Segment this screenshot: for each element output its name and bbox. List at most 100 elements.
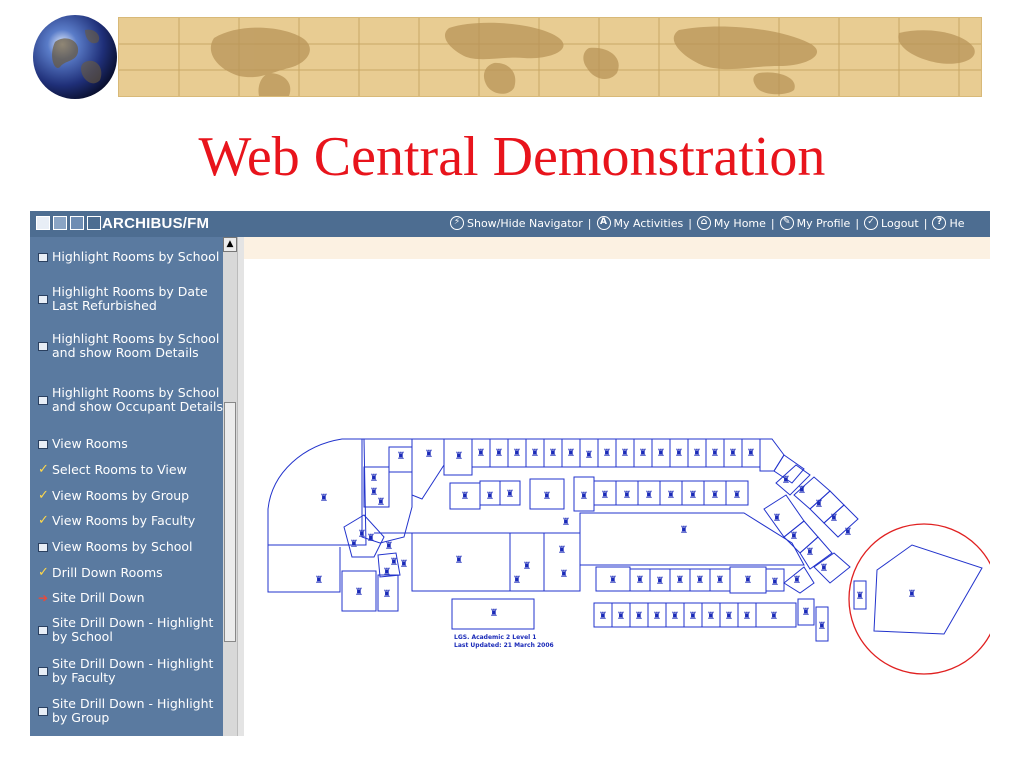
room-marker: ♜ <box>820 563 829 574</box>
nav-separator: | <box>587 216 592 230</box>
world-map-banner <box>118 17 982 97</box>
room-marker: ♜ <box>455 555 464 566</box>
nav-separator: | <box>923 216 928 230</box>
room-marker: ♜ <box>770 611 779 622</box>
sidebar-item-highlight-by-school[interactable]: Highlight Rooms by School <box>38 243 230 271</box>
sidebar-item-label: Select Rooms to View <box>52 462 187 477</box>
logout-link[interactable]: ✓ Logout <box>864 216 919 230</box>
show-hide-navigator-link[interactable]: ⚡ Show/Hide Navigator <box>450 216 583 230</box>
floor-plan-outline <box>267 438 367 546</box>
drawing-viewer: ♜ ♜ ♜ ♜ ♜ ♜ ♜ ♜ ♜ ♜ ♜ ♜ ♜ ♜ ♜ ♜ ♜ ♜ ♜ ♜ <box>244 237 990 736</box>
scroll-thumb[interactable] <box>224 402 236 642</box>
sidebar-item-label: View Rooms by Faculty <box>52 513 196 528</box>
room-marker: ♜ <box>377 497 386 508</box>
document-icon <box>38 706 48 716</box>
room-marker: ♜ <box>716 575 725 586</box>
sidebar-item-view-rooms[interactable]: View Rooms <box>38 436 230 452</box>
sidebar-item-label: Highlight Rooms by School and show Occup… <box>52 385 224 414</box>
sidebar-item-view-by-group[interactable]: ✓ View Rooms by Group <box>38 488 230 504</box>
sidebar-item-highlight-by-date[interactable]: Highlight Rooms by Date Last Refurbished <box>38 285 230 313</box>
room-marker: ♜ <box>830 513 839 524</box>
sidebar-item-highlight-occupant-details[interactable]: Highlight Rooms by School and show Occup… <box>38 379 230 421</box>
nav-separator: | <box>770 216 775 230</box>
help-label: He <box>949 216 965 230</box>
room-marker: ♜ <box>656 576 665 587</box>
room-marker: ♜ <box>747 448 756 459</box>
help-link[interactable]: ? He <box>932 216 964 230</box>
document-icon <box>38 439 48 449</box>
app-logo-figure-icon <box>53 216 67 230</box>
room-marker: ♜ <box>818 621 827 632</box>
sidebar-scrollbar[interactable]: ▲ <box>223 237 237 736</box>
sidebar-item-highlight-room-details[interactable]: Highlight Rooms by School and show Room … <box>38 325 230 367</box>
app-logo-icons <box>36 216 101 230</box>
room-marker: ♜ <box>707 611 716 622</box>
room-marker: ♜ <box>645 490 654 501</box>
sidebar-item-select-rooms[interactable]: ✓ Select Rooms to View <box>38 462 230 478</box>
sidebar-item-label: Highlight Rooms by School <box>52 249 220 264</box>
room-marker: ♜ <box>725 611 734 622</box>
room-marker: ♜ <box>635 611 644 622</box>
room-marker: ♜ <box>771 577 780 588</box>
room-marker: ♜ <box>358 529 367 540</box>
floor-plan-outline <box>759 438 785 472</box>
room-marker: ♜ <box>531 448 540 459</box>
my-profile-link[interactable]: ✎ My Profile <box>779 216 851 230</box>
help-icon: ? <box>932 216 947 230</box>
my-activities-label: My Activities <box>613 216 684 230</box>
room-marker: ♜ <box>490 608 499 619</box>
room-marker: ♜ <box>711 490 720 501</box>
room-marker: ♜ <box>623 490 632 501</box>
room-marker: ♜ <box>667 490 676 501</box>
sidebar-item-view-by-school[interactable]: View Rooms by School <box>38 539 230 555</box>
document-icon <box>38 395 48 405</box>
room-marker: ♜ <box>815 499 824 510</box>
room-marker: ♜ <box>320 493 329 504</box>
arrow-right-icon: ➔ <box>38 591 49 605</box>
nav-separator: | <box>688 216 692 230</box>
floor-plan-outline <box>579 512 805 566</box>
scroll-up-button[interactable]: ▲ <box>223 237 237 252</box>
room-marker: ♜ <box>844 527 853 538</box>
activities-icon: A <box>596 216 611 230</box>
room-marker: ♜ <box>806 547 815 558</box>
room-marker: ♜ <box>689 611 698 622</box>
floor-plan-drawing[interactable]: ♜ ♜ ♜ ♜ ♜ ♜ ♜ ♜ ♜ ♜ ♜ ♜ ♜ ♜ ♜ ♜ ♜ ♜ ♜ ♜ <box>244 237 990 736</box>
room-marker: ♜ <box>400 559 409 570</box>
room-marker: ♜ <box>676 575 685 586</box>
room-marker: ♜ <box>370 473 379 484</box>
room-marker: ♜ <box>315 575 324 586</box>
sidebar-item-site-drill-down[interactable]: ➔ Site Drill Down <box>38 590 230 606</box>
sidebar-item-label: Highlight Rooms by School and show Room … <box>52 331 220 360</box>
checkmark-icon: ✓ <box>38 565 49 580</box>
checkmark-icon: ✓ <box>38 488 49 503</box>
sidebar-item-view-by-faculty[interactable]: ✓ View Rooms by Faculty <box>38 513 230 529</box>
room-marker: ♜ <box>461 491 470 502</box>
sidebar-item-site-drill-school[interactable]: Site Drill Down - Highlight by School <box>38 615 230 645</box>
frame-splitter[interactable] <box>237 237 244 736</box>
room-marker: ♜ <box>711 448 720 459</box>
globe-logo <box>33 15 117 99</box>
my-activities-link[interactable]: A My Activities <box>596 216 684 230</box>
sidebar-item-label: Drill Down Rooms <box>52 565 163 580</box>
room-marker: ♜ <box>773 513 782 524</box>
my-profile-label: My Profile <box>796 216 851 230</box>
sidebar-item-drill-down-rooms[interactable]: ✓ Drill Down Rooms <box>38 565 230 581</box>
sidebar-item-label: View Rooms by Group <box>52 488 190 503</box>
room-marker: ♜ <box>543 491 552 502</box>
nav-separator: | <box>855 216 860 230</box>
document-icon <box>38 666 48 676</box>
room-marker: ♜ <box>350 539 359 550</box>
logout-icon: ✓ <box>864 216 879 230</box>
floor-plan-caption-line2: Last Updated: 21 March 2006 <box>454 642 554 649</box>
room-marker: ♜ <box>495 448 504 459</box>
my-home-link[interactable]: ⌂ My Home <box>696 216 766 230</box>
sidebar-item-site-drill-group[interactable]: Site Drill Down - Highlight by Group <box>38 696 230 726</box>
top-navigation: ⚡ Show/Hide Navigator | A My Activities … <box>450 216 964 230</box>
sidebar-item-site-drill-faculty[interactable]: Site Drill Down - Highlight by Faculty <box>38 656 230 686</box>
room-marker: ♜ <box>455 451 464 462</box>
app-logo-grid-icon <box>70 216 84 230</box>
app-logo-a-icon <box>36 216 50 230</box>
room-marker: ♜ <box>425 449 434 460</box>
floor-plan-outline <box>873 544 983 635</box>
